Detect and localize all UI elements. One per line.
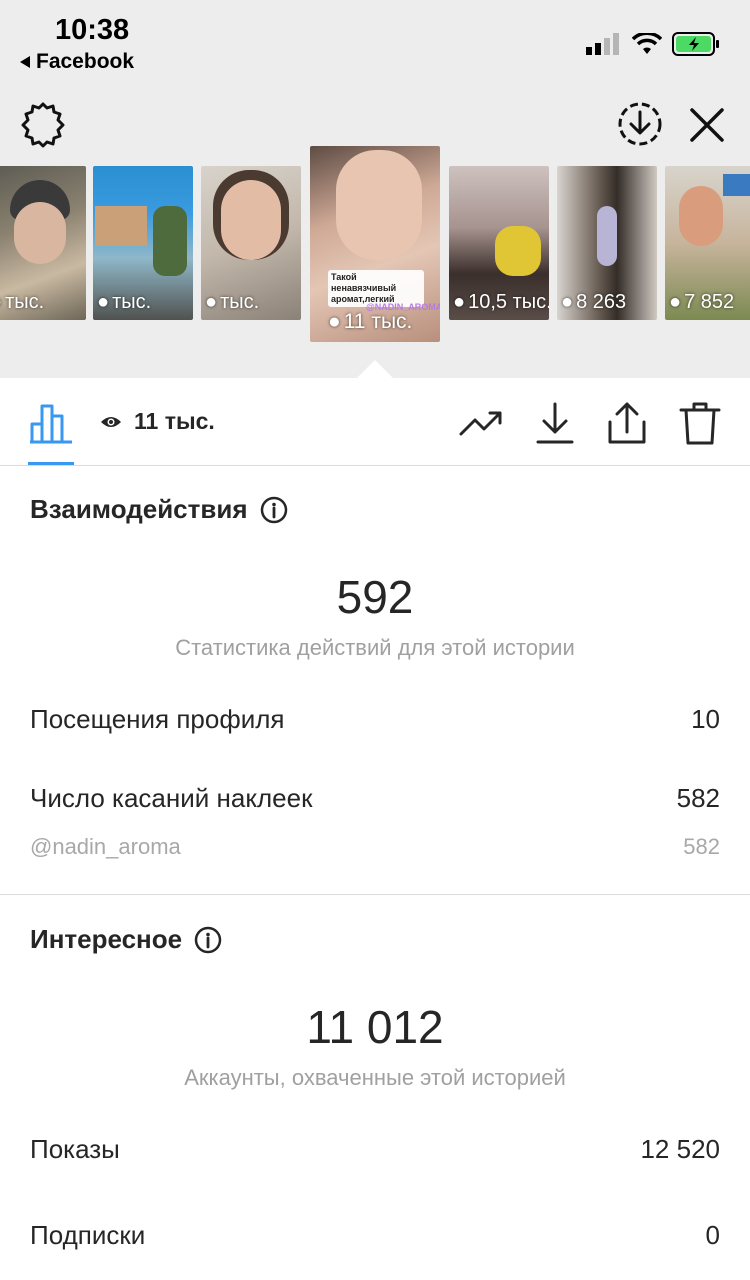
stat-label: Подписки	[30, 1220, 146, 1250]
story-views: ● 11 тыс.	[328, 310, 413, 333]
eye-icon: ●	[328, 310, 341, 333]
story-thumbnail[interactable]: ● 7 852	[665, 166, 750, 320]
story-thumbnail[interactable]: ●тыс.	[201, 166, 301, 320]
active-tab-indicator	[28, 462, 74, 465]
stat-row: Посещения профиля 10	[30, 704, 720, 735]
eye-icon	[101, 416, 121, 427]
eye-icon: ●	[669, 291, 682, 313]
back-app-label: Facebook	[36, 50, 135, 73]
story-thumbnail[interactable]: ●тыс.	[93, 166, 193, 320]
eye-icon: ●	[0, 291, 2, 314]
status-time: 10:38	[55, 14, 130, 46]
story-views: ●тыс.	[97, 291, 152, 313]
stat-row: Подписки 0	[30, 1220, 720, 1251]
close-icon[interactable]	[686, 104, 728, 146]
views-summary: 11 тыс.	[100, 408, 215, 435]
wifi-icon	[632, 33, 662, 54]
back-to-app-button[interactable]: Facebook	[20, 50, 134, 74]
settings-gear-icon[interactable]	[20, 102, 66, 148]
interactions-total: 592	[336, 571, 414, 623]
stat-value: 582	[683, 834, 720, 859]
section-divider	[0, 894, 750, 895]
story-views: ●тыс.	[205, 291, 260, 313]
story-views: ●тыс.	[0, 291, 44, 314]
stat-label: Посещения профиля	[30, 704, 285, 734]
discovery-title: Интересное	[30, 924, 222, 955]
battery-charging-icon	[672, 32, 719, 56]
discovery-subtitle: Аккаунты, охваченные этой историей	[184, 1065, 566, 1090]
stat-row: Показы 12 520	[30, 1134, 720, 1165]
bar-chart-icon[interactable]	[28, 400, 74, 446]
views-count: 11 тыс.	[134, 408, 215, 434]
info-icon[interactable]	[194, 926, 222, 954]
story-views: ● 8 263	[561, 291, 627, 313]
story-thumbnail[interactable]: ● 8 263	[557, 166, 657, 320]
trash-icon[interactable]	[677, 400, 723, 446]
stat-label: @nadin_aroma	[30, 834, 181, 859]
story-views: ● 7 852	[669, 291, 735, 313]
eye-icon: ●	[97, 291, 110, 313]
stat-sub-row: @nadin_aroma 582	[30, 834, 720, 860]
share-icon[interactable]	[604, 400, 650, 446]
stat-row: Число касаний наклеек 582	[30, 783, 720, 814]
stat-value: 0	[705, 1220, 720, 1250]
signal-icon	[586, 33, 619, 55]
story-views: ● 10,5 тыс.	[453, 291, 549, 313]
eye-icon: ●	[453, 291, 466, 313]
interactions-subtitle: Статистика действий для этой истории	[175, 635, 575, 660]
discovery-total: 11 012	[306, 1001, 444, 1053]
info-icon[interactable]	[260, 496, 288, 524]
story-thumbnail-selected[interactable]: Такой ненавязчивый аромат,легкий @NADIN_…	[310, 146, 440, 342]
eye-icon: ●	[205, 291, 218, 313]
selected-story-pointer	[355, 360, 395, 380]
stat-value: 12 520	[640, 1134, 720, 1164]
status-icons	[586, 32, 720, 56]
stat-label: Число касаний наклеек	[30, 783, 313, 813]
stat-value: 582	[676, 783, 720, 813]
interactions-title: Взаимодействия	[30, 494, 288, 525]
stat-label: Показы	[30, 1134, 120, 1164]
story-thumbnail[interactable]: ● 10,5 тыс.	[449, 166, 549, 320]
story-thumbnail[interactable]: ●тыс.	[0, 166, 86, 320]
stat-value: 10	[691, 704, 720, 734]
eye-icon: ●	[561, 291, 574, 313]
trending-icon[interactable]	[458, 400, 504, 446]
download-circle-icon[interactable]	[616, 100, 664, 148]
story-toolbar: 11 тыс.	[0, 378, 750, 466]
discovery-title-label: Интересное	[30, 924, 183, 954]
interactions-title-label: Взаимодействия	[30, 494, 248, 524]
download-icon[interactable]	[532, 400, 578, 446]
back-arrow-icon	[20, 56, 30, 68]
